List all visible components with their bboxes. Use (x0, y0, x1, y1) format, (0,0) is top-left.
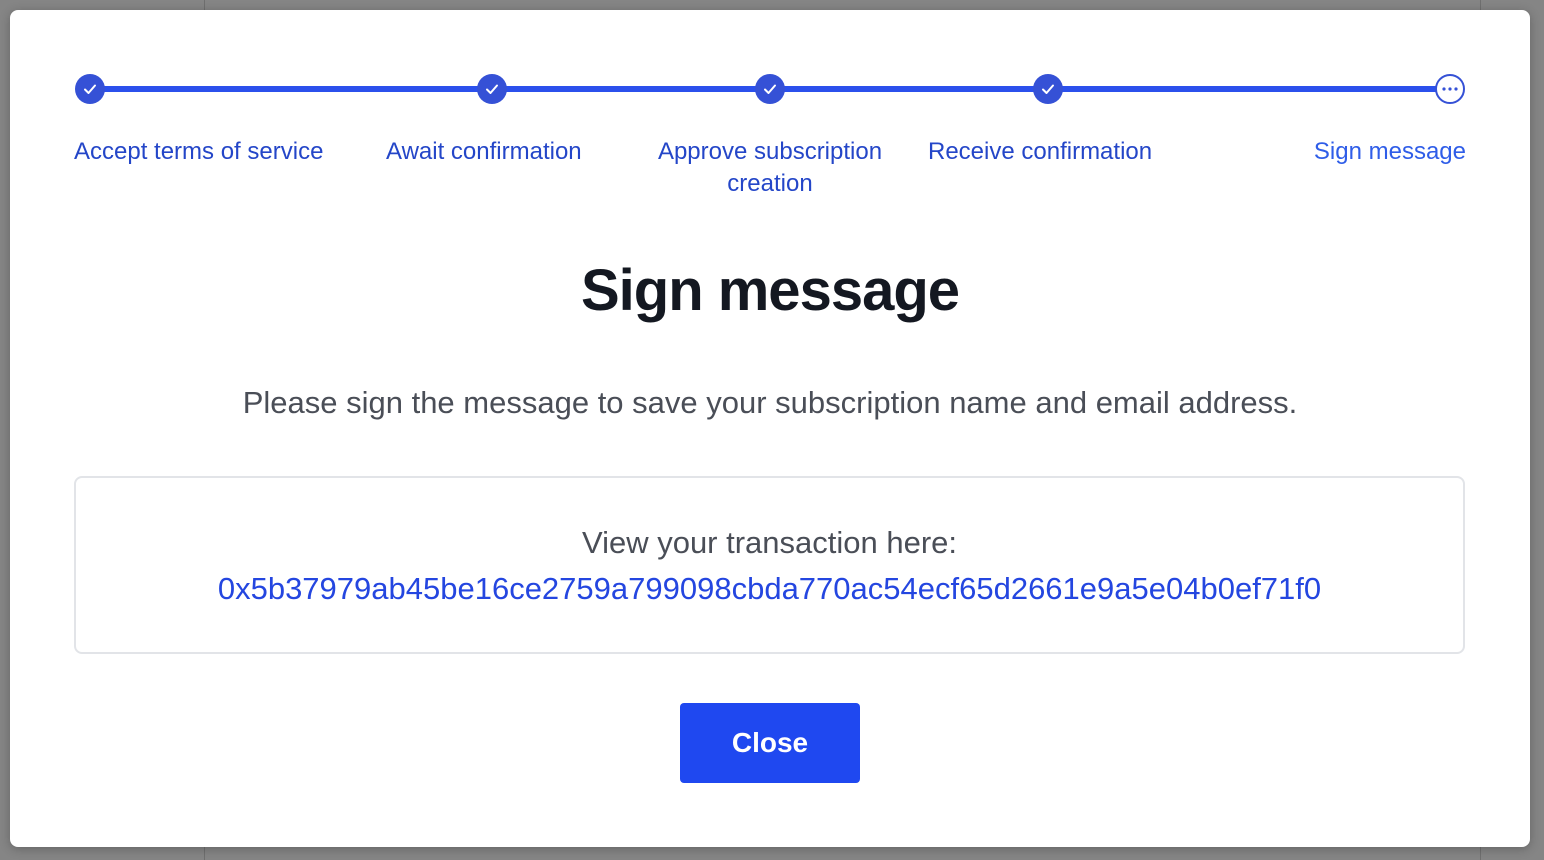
step-label-accept-terms: Accept terms of service (74, 138, 324, 165)
step-3-check-icon (755, 74, 785, 104)
step-5-ellipsis-icon (1435, 74, 1465, 104)
modal-description: Please sign the message to save your sub… (242, 385, 1298, 420)
modal-title: Sign message (580, 258, 960, 323)
step-label-approve-subscription: Approve subscription creation (657, 138, 883, 197)
transaction-box: View your transaction here: 0x5b37979ab4… (74, 476, 1465, 654)
progress-stepper: Accept terms of service Await confirmati… (10, 10, 1530, 210)
step-4-check-icon (1033, 74, 1063, 104)
transaction-hash-link[interactable]: 0x5b37979ab45be16ce2759a799098cbda770ac5… (76, 570, 1463, 608)
step-2-check-icon (477, 74, 507, 104)
step-1-check-icon (75, 74, 105, 104)
transaction-label: View your transaction here: (581, 525, 958, 560)
step-label-sign-message: Sign message (1313, 138, 1466, 165)
step-label-receive-confirmation: Receive confirmation (928, 138, 1153, 165)
close-button[interactable]: Close (680, 703, 860, 783)
sign-message-modal: Accept terms of service Await confirmati… (10, 10, 1530, 847)
step-label-await-confirmation: Await confirmation (386, 138, 582, 165)
